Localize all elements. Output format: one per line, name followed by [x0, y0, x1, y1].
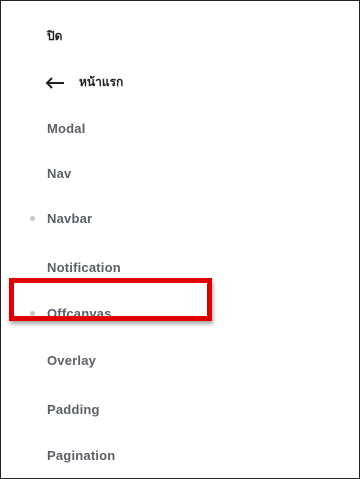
menu-item-nav[interactable]: Nav [1, 160, 359, 186]
bullet-icon [30, 310, 35, 316]
menu-item-modal[interactable]: Modal [1, 115, 359, 141]
back-to-home-link[interactable]: หน้าแรก [45, 73, 123, 92]
back-link-label: หน้าแรก [79, 75, 124, 89]
menu-item-label: Navbar [47, 210, 93, 226]
menu-item-padding[interactable]: Padding [1, 396, 359, 422]
menu-item-label: Padding [47, 401, 100, 417]
offcanvas-menu-panel: ปิด หน้าแรก Modal Nav Navbar Notificatio… [0, 0, 360, 479]
menu-item-navbar[interactable]: Navbar [1, 205, 359, 231]
menu-item-label: Overlay [47, 352, 97, 368]
close-button[interactable]: ปิด [47, 27, 62, 46]
menu-item-overlay[interactable]: Overlay [1, 347, 359, 373]
menu-item-label: Nav [47, 165, 72, 181]
menu-item-label: Notification [47, 259, 121, 275]
menu-item-label: Modal [47, 120, 86, 136]
menu-item-offcanvas[interactable]: Offcanvas [1, 300, 359, 326]
menu-item-notification[interactable]: Notification [1, 254, 359, 280]
menu-item-pagination[interactable]: Pagination [1, 442, 359, 468]
bullet-icon [30, 215, 35, 221]
menu-item-label: Offcanvas [47, 305, 112, 321]
menu-item-label: Pagination [47, 447, 116, 463]
arrow-left-icon [45, 76, 65, 89]
